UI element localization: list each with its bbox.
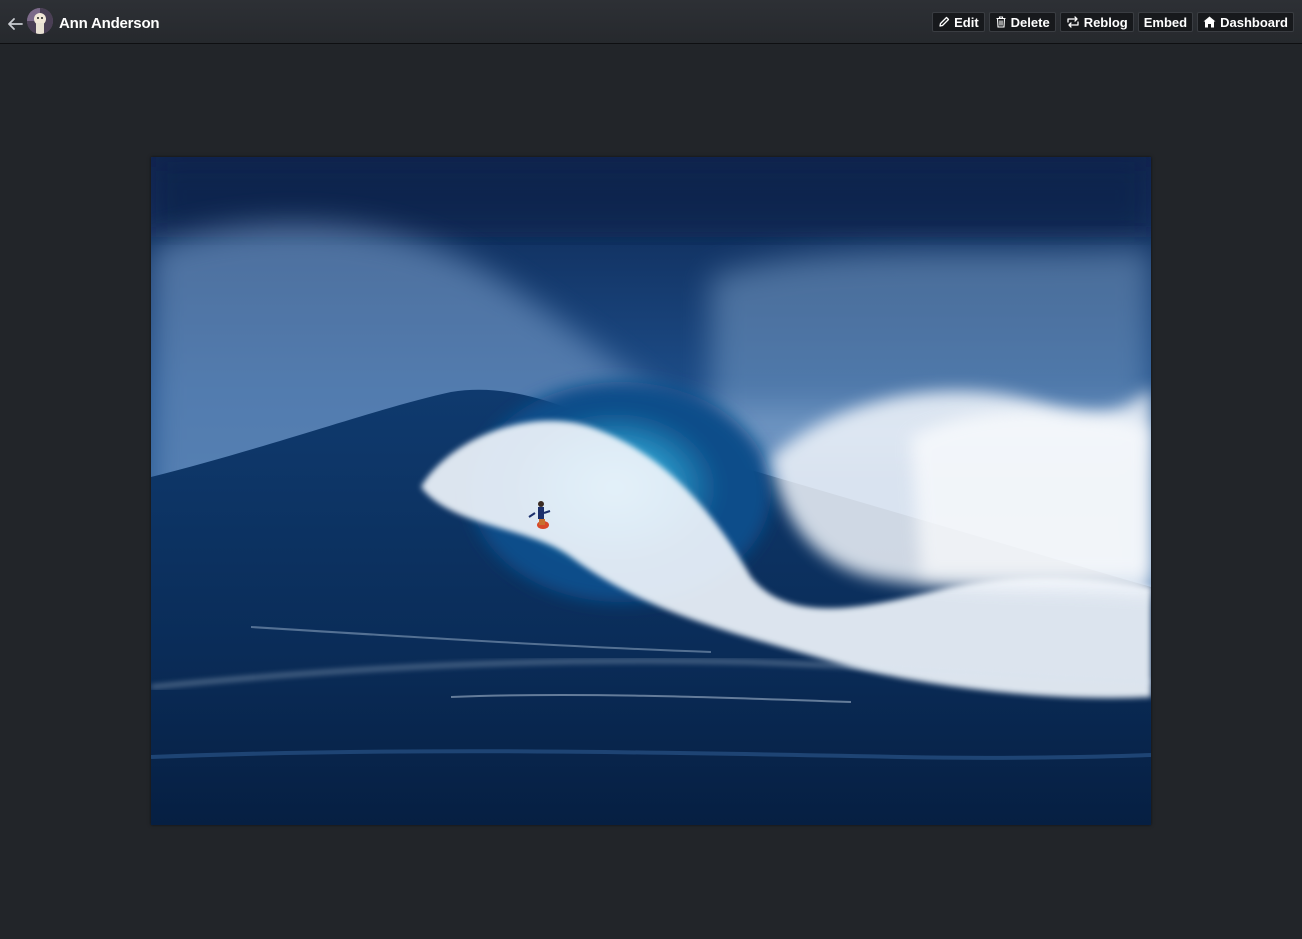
reblog-label: Reblog	[1083, 14, 1128, 30]
edit-button[interactable]: Edit	[932, 12, 985, 32]
avatar[interactable]	[27, 8, 53, 34]
post-photo[interactable]	[151, 157, 1151, 825]
dashboard-button[interactable]: Dashboard	[1197, 12, 1294, 32]
edit-label: Edit	[954, 14, 979, 30]
delete-label: Delete	[1010, 14, 1050, 30]
top-bar: Ann Anderson Edit Delete Reblog Embed Da…	[0, 0, 1302, 44]
home-icon	[1203, 16, 1216, 28]
pencil-icon	[939, 16, 950, 27]
trash-icon	[996, 16, 1006, 28]
username[interactable]: Ann Anderson	[59, 15, 160, 32]
dashboard-label: Dashboard	[1220, 14, 1288, 30]
reblog-button[interactable]: Reblog	[1059, 12, 1134, 32]
reblog-icon	[1067, 16, 1079, 28]
embed-label: Embed	[1143, 14, 1188, 30]
delete-button[interactable]: Delete	[988, 12, 1056, 32]
post-actions: Edit Delete Reblog Embed Dashboard	[932, 12, 1294, 32]
arrow-left-icon[interactable]	[6, 16, 24, 32]
embed-button[interactable]: Embed	[1137, 12, 1194, 32]
